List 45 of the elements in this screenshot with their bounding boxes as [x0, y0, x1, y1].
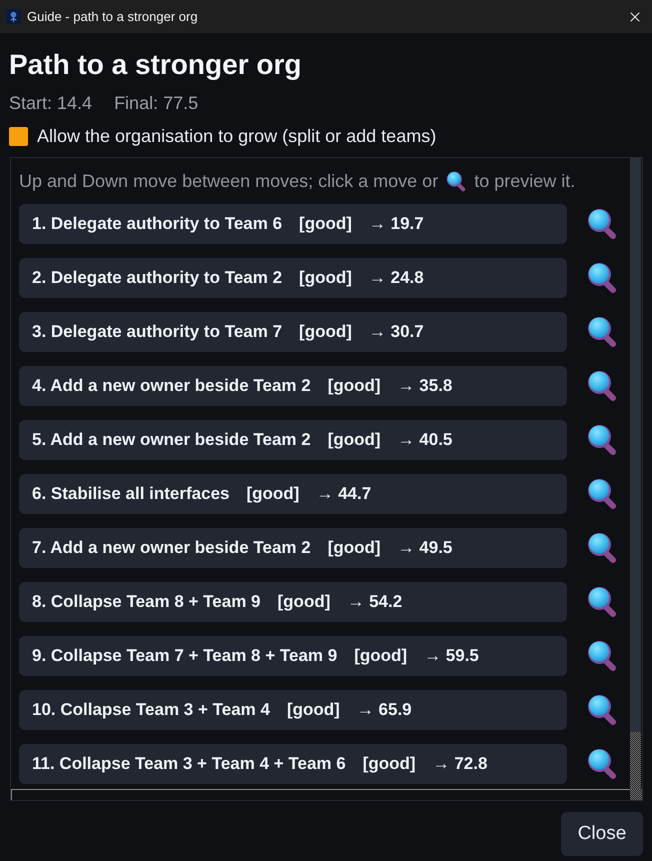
move-item[interactable]: 9. Collapse Team 7 + Team 8 + Team 9 [good] → 59.5	[19, 636, 567, 676]
scrollbar-corner	[630, 789, 642, 800]
move-item[interactable]: 1. Delegate authority to Team 6 [good] → 19.7	[19, 204, 567, 244]
score-stat: Start: 14.4	[9, 92, 92, 115]
preview-button[interactable]	[585, 746, 619, 782]
checkbox-label: Allow the organisation to grow (split or add teams)	[37, 124, 436, 148]
move-item[interactable]: 4. Add a new owner beside Team 2 [good] → 35.8	[19, 366, 567, 406]
move-item[interactable]: 2. Delegate authority to Team 2 [good] → 24.8	[19, 258, 567, 298]
move-item[interactable]: 6. Stabilise all interfaces [good] → 44.7	[19, 474, 567, 514]
move-item[interactable]: 10. Collapse Team 3 + Team 4 [good] → 65.9	[19, 690, 567, 730]
grow-checkbox[interactable]	[9, 126, 28, 146]
preview-button[interactable]	[585, 260, 619, 296]
magnifier-icon	[587, 316, 617, 348]
hint-text: Up and Down move between moves; click a move or	[19, 170, 438, 193]
magnifier-icon	[587, 424, 617, 456]
move-item[interactable]: 7. Add a new owner beside Team 2 [good] → 49.5	[19, 528, 567, 568]
preview-button[interactable]	[585, 368, 619, 404]
preview-button[interactable]	[585, 422, 619, 458]
page-heading: Path to a stronger org	[9, 48, 302, 82]
preview-button[interactable]	[585, 584, 619, 620]
preview-button[interactable]	[585, 638, 619, 674]
preview-button[interactable]	[585, 530, 619, 566]
preview-button[interactable]	[585, 476, 619, 512]
magnifier-icon	[587, 748, 617, 780]
close-button[interactable]: Close	[561, 812, 643, 856]
hint-text: to preview it.	[474, 170, 576, 193]
magnifier-icon	[587, 478, 617, 510]
magnifier-icon	[587, 640, 617, 672]
magnifier-icon	[587, 370, 617, 402]
preview-button[interactable]	[585, 314, 619, 350]
window-title: Guide - path to a stronger org	[27, 8, 198, 26]
move-item[interactable]: 3. Delegate authority to Team 7 [good] → 30.7	[19, 312, 567, 352]
magnifier-icon	[587, 532, 617, 564]
score-stat: Final: 77.5	[114, 92, 198, 115]
preview-button[interactable]	[585, 206, 619, 242]
magnifier-icon	[587, 586, 617, 618]
magnifier-icon	[587, 262, 617, 294]
magnifier-icon	[587, 208, 617, 240]
app-icon	[6, 9, 21, 24]
move-item[interactable]: 5. Add a new owner beside Team 2 [good] → 40.5	[19, 420, 567, 460]
preview-button[interactable]	[585, 692, 619, 728]
magnifier-icon	[587, 694, 617, 726]
magnifier-icon	[446, 170, 466, 192]
move-item[interactable]: 8. Collapse Team 8 + Team 9 [good] → 54.2	[19, 582, 567, 622]
move-item[interactable]: 11. Collapse Team 3 + Team 4 + Team 6 [good] → 72.8	[19, 744, 567, 784]
